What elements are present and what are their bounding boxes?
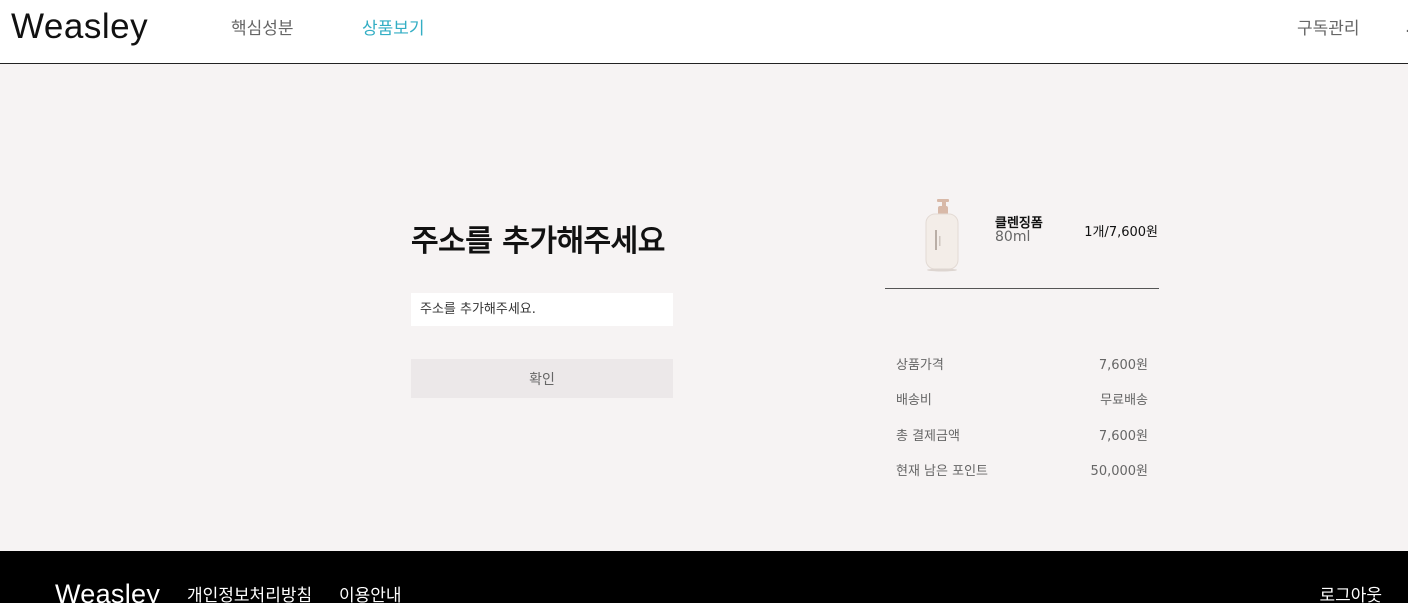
product-volume: 80ml xyxy=(995,229,1031,245)
nav-ingredients[interactable]: 핵심성분 xyxy=(231,17,294,41)
nav-products[interactable]: 상품보기 xyxy=(362,17,425,41)
nav-subscription[interactable]: 구독관리 xyxy=(1297,17,1360,41)
footer: Weasley 개인정보처리방침 이용안내 로그아웃 xyxy=(0,551,1408,603)
address-input[interactable] xyxy=(411,293,673,326)
summary-label: 배송비 xyxy=(896,393,932,408)
privacy-policy-link[interactable]: 개인정보처리방침 xyxy=(187,584,312,603)
summary-row-points: 현재 남은 포인트 50,000원 xyxy=(896,462,1148,482)
confirm-button[interactable]: 확인 xyxy=(411,359,673,398)
summary-row-price: 상품가격 7,600원 xyxy=(896,356,1148,376)
summary-value: 7,600원 xyxy=(1098,429,1148,444)
logo[interactable]: Weasley xyxy=(11,6,148,48)
summary-value: 7,600원 xyxy=(1098,358,1148,373)
summary-value: 무료배송 xyxy=(1100,393,1148,408)
summary-value: 50,000원 xyxy=(1090,464,1148,479)
page-title: 주소를 추가해주세요 xyxy=(411,224,665,259)
summary-label: 상품가격 xyxy=(896,358,944,373)
product-quantity-price: 1개/7,600원 xyxy=(1084,225,1158,240)
summary-row-total: 총 결제금액 7,600원 xyxy=(896,427,1148,447)
footer-logo[interactable]: Weasley xyxy=(55,577,160,603)
pump-bottle-image xyxy=(925,199,959,272)
summary-row-shipping: 배송비 무료배송 xyxy=(896,391,1148,411)
top-header: Weasley 핵심성분 상품보기 구독관리 · xyxy=(0,0,1408,64)
logout-link[interactable]: 로그아웃 xyxy=(1319,584,1382,603)
usage-guide-link[interactable]: 이용안내 xyxy=(339,584,402,603)
summary-label: 총 결제금액 xyxy=(896,429,960,444)
summary-label: 현재 남은 포인트 xyxy=(896,464,988,479)
summary-divider xyxy=(885,288,1159,289)
